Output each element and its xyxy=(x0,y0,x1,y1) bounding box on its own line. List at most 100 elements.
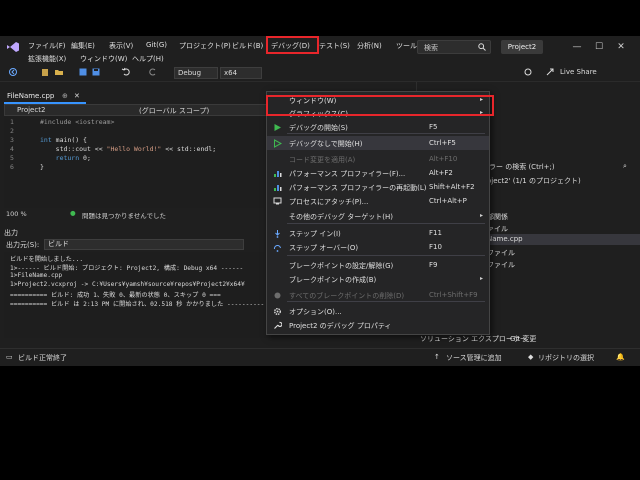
debug-menu-item[interactable]: プロセスにアタッチ(P)... Ctrl+Alt+P xyxy=(267,194,489,208)
debug-menu-item-shortcut: Shift+Alt+F2 xyxy=(429,183,475,191)
menu-edit[interactable]: 編集(E) xyxy=(71,41,95,51)
menu-test[interactable]: テスト(S) xyxy=(319,41,350,51)
debug-menu-item-shortcut: Ctrl+Shift+F9 xyxy=(429,291,478,299)
toolbar: Debug x64 Live Share xyxy=(0,64,640,82)
debug-menu-item-shortcut: Ctrl+Alt+P xyxy=(429,197,467,205)
debug-menu-item[interactable]: ステップ イン(I) F11 xyxy=(267,226,489,240)
menu-analyze[interactable]: 分析(N) xyxy=(357,41,382,51)
code-line: return 0; xyxy=(55,154,91,162)
debug-menu-item-label: ステップ オーバー(O) xyxy=(289,244,359,252)
notification-icon[interactable]: 🔔 xyxy=(616,353,625,361)
tab-git-changes[interactable]: Git 変更 xyxy=(510,334,536,344)
debug-menu-item-label: パフォーマンス プロファイラーの再起動(L) xyxy=(289,184,427,192)
platform-select[interactable]: x64 xyxy=(220,67,262,79)
tree-node[interactable]: ファイル xyxy=(487,260,515,270)
menu-file[interactable]: ファイル(F) xyxy=(28,41,66,51)
live-share-icon[interactable] xyxy=(545,67,555,77)
save-icon[interactable] xyxy=(78,67,88,77)
debug-menu-item-shortcut: F9 xyxy=(429,261,438,269)
debug-menu-item[interactable]: パフォーマンス プロファイラー(F)... Alt+F2 xyxy=(267,166,489,180)
line-number: 3 xyxy=(10,136,14,144)
zoom-level[interactable]: 100 % xyxy=(6,210,27,218)
start-without-debugging-highlight xyxy=(266,95,494,116)
tree-node[interactable]: ァイル xyxy=(487,224,508,234)
solution-search-input[interactable]: ラー の検索 (Ctrl+;) xyxy=(489,162,555,172)
menu-separator xyxy=(287,301,485,302)
line-number: 1 xyxy=(10,118,14,126)
debug-menu-item[interactable]: ステップ オーバー(O) F10 xyxy=(267,240,489,254)
debug-menu-item[interactable]: パフォーマンス プロファイラーの再起動(L) Shift+Alt+F2 xyxy=(267,180,489,194)
select-repository-button[interactable]: リポジトリの選択 xyxy=(538,353,594,363)
debug-menu-item[interactable]: ブレークポイントの作成(B) ▸ xyxy=(267,272,489,286)
debug-menu-item[interactable]: デバッグなしで開始(H) Ctrl+F5 xyxy=(267,136,489,150)
repository-icon: ◆ xyxy=(528,353,534,361)
issues-status[interactable]: 問題は見つかりませんでした xyxy=(82,210,166,220)
wrench-icon xyxy=(273,321,283,330)
tab-label: FileName.cpp xyxy=(7,92,55,100)
debug-menu-highlight xyxy=(266,36,319,54)
menu-help[interactable]: ヘルプ(H) xyxy=(132,54,164,64)
add-to-source-control-button[interactable]: ソース管理に追加 xyxy=(446,353,502,363)
save-all-icon[interactable] xyxy=(91,67,101,77)
debug-menu-item-label: すべてのブレークポイントの削除(D) xyxy=(289,292,405,300)
performance-profiler-icon xyxy=(273,183,282,192)
debug-menu-item-label: その他のデバッグ ターゲット(H) xyxy=(289,213,393,221)
tab-filename-cpp[interactable]: FileName.cpp ⊕ ✕ xyxy=(4,90,86,104)
debug-menu-item-shortcut: F11 xyxy=(429,229,442,237)
debug-menu-item-label: パフォーマンス プロファイラー(F)... xyxy=(289,170,406,178)
output-source-label: 出力元(S): xyxy=(6,241,40,249)
menu-separator xyxy=(287,133,485,134)
redo-icon[interactable] xyxy=(148,67,158,77)
open-folder-icon[interactable] xyxy=(54,67,64,77)
status-message-icon: ▭ xyxy=(6,353,13,361)
attach-process-icon xyxy=(273,197,282,206)
debug-menu-item-shortcut: Ctrl+F5 xyxy=(429,139,456,147)
output-source-value: ビルド xyxy=(48,240,69,248)
solution-title-node[interactable]: oject2' (1/1 のプロジェクト) xyxy=(487,176,581,186)
output-source-select[interactable]: ビルド xyxy=(44,239,244,250)
status-message: ビルド正常終了 xyxy=(18,354,67,362)
output-line: 1>Project2.vcxproj -> C:¥Users¥yamsh¥sou… xyxy=(10,281,245,288)
menu-view[interactable]: 表示(V) xyxy=(109,41,133,51)
tab-close-icon[interactable]: ✕ xyxy=(74,90,80,102)
visual-studio-window: ファイル(F) 編集(E) 表示(V) Git(G) プロジェクト(P) ビルド… xyxy=(0,36,640,366)
project-combo[interactable]: Project2 xyxy=(17,106,45,114)
debug-menu-item-label: ブレークポイントの作成(B) xyxy=(289,276,377,284)
back-icon[interactable] xyxy=(8,67,18,77)
line-number: 6 xyxy=(10,163,14,171)
code-line: int main() { xyxy=(40,136,87,144)
undo-icon[interactable] xyxy=(121,67,131,77)
live-share-button[interactable]: Live Share xyxy=(560,68,597,76)
debug-menu-item-label: ステップ イン(I) xyxy=(289,230,341,238)
code-line: std::cout << "Hello World!" << std::endl… xyxy=(40,145,217,153)
menu-window[interactable]: ウィンドウ(W) xyxy=(80,54,127,64)
line-number: 4 xyxy=(10,145,14,153)
menu-separator xyxy=(287,223,485,224)
debug-menu-item-shortcut: Alt+F10 xyxy=(429,155,458,163)
new-item-icon[interactable] xyxy=(40,67,50,77)
tree-node[interactable]: ファイル xyxy=(487,248,515,258)
scope-combo[interactable]: (グローバル スコープ) xyxy=(139,106,209,116)
menu-build[interactable]: ビルド(B) xyxy=(232,41,263,51)
menu-git[interactable]: Git(G) xyxy=(146,41,167,49)
output-line: ビルドを開始しました... xyxy=(10,256,84,263)
debug-menu-item[interactable]: Project2 のデバッグ プロパティ xyxy=(267,318,489,332)
menu-project[interactable]: プロジェクト(P) xyxy=(179,41,231,51)
debug-menu-item[interactable]: ブレークポイントの設定/解除(G) F9 xyxy=(267,258,489,272)
debug-menu-item: すべてのブレークポイントの削除(D) Ctrl+Shift+F9 xyxy=(267,288,489,302)
debug-menu-item-label: プロセスにアタッチ(P)... xyxy=(289,198,369,206)
configuration-select[interactable]: Debug xyxy=(174,67,218,79)
line-number: 2 xyxy=(10,127,14,135)
step-over-icon xyxy=(273,243,282,252)
debug-menu-item[interactable]: その他のデバッグ ターゲット(H) ▸ xyxy=(267,209,489,223)
debug-menu-item[interactable]: オプション(O)... xyxy=(267,304,489,318)
debug-tools-icon[interactable] xyxy=(523,67,533,77)
output-line: ========== ビルド は 2:13 PM に開始され、02.518 秒 … xyxy=(10,301,265,308)
submenu-arrow-icon: ▸ xyxy=(479,275,483,282)
pin-icon[interactable]: ⊕ xyxy=(62,90,68,102)
debug-menu-item-label: デバッグの開始(S) xyxy=(289,124,348,132)
play-outline-icon xyxy=(273,139,283,148)
debug-menu-item[interactable]: デバッグの開始(S) F5 xyxy=(267,120,489,134)
tree-node[interactable]: 部関係 xyxy=(487,212,508,222)
menu-extensions[interactable]: 拡張機能(X) xyxy=(28,54,66,64)
